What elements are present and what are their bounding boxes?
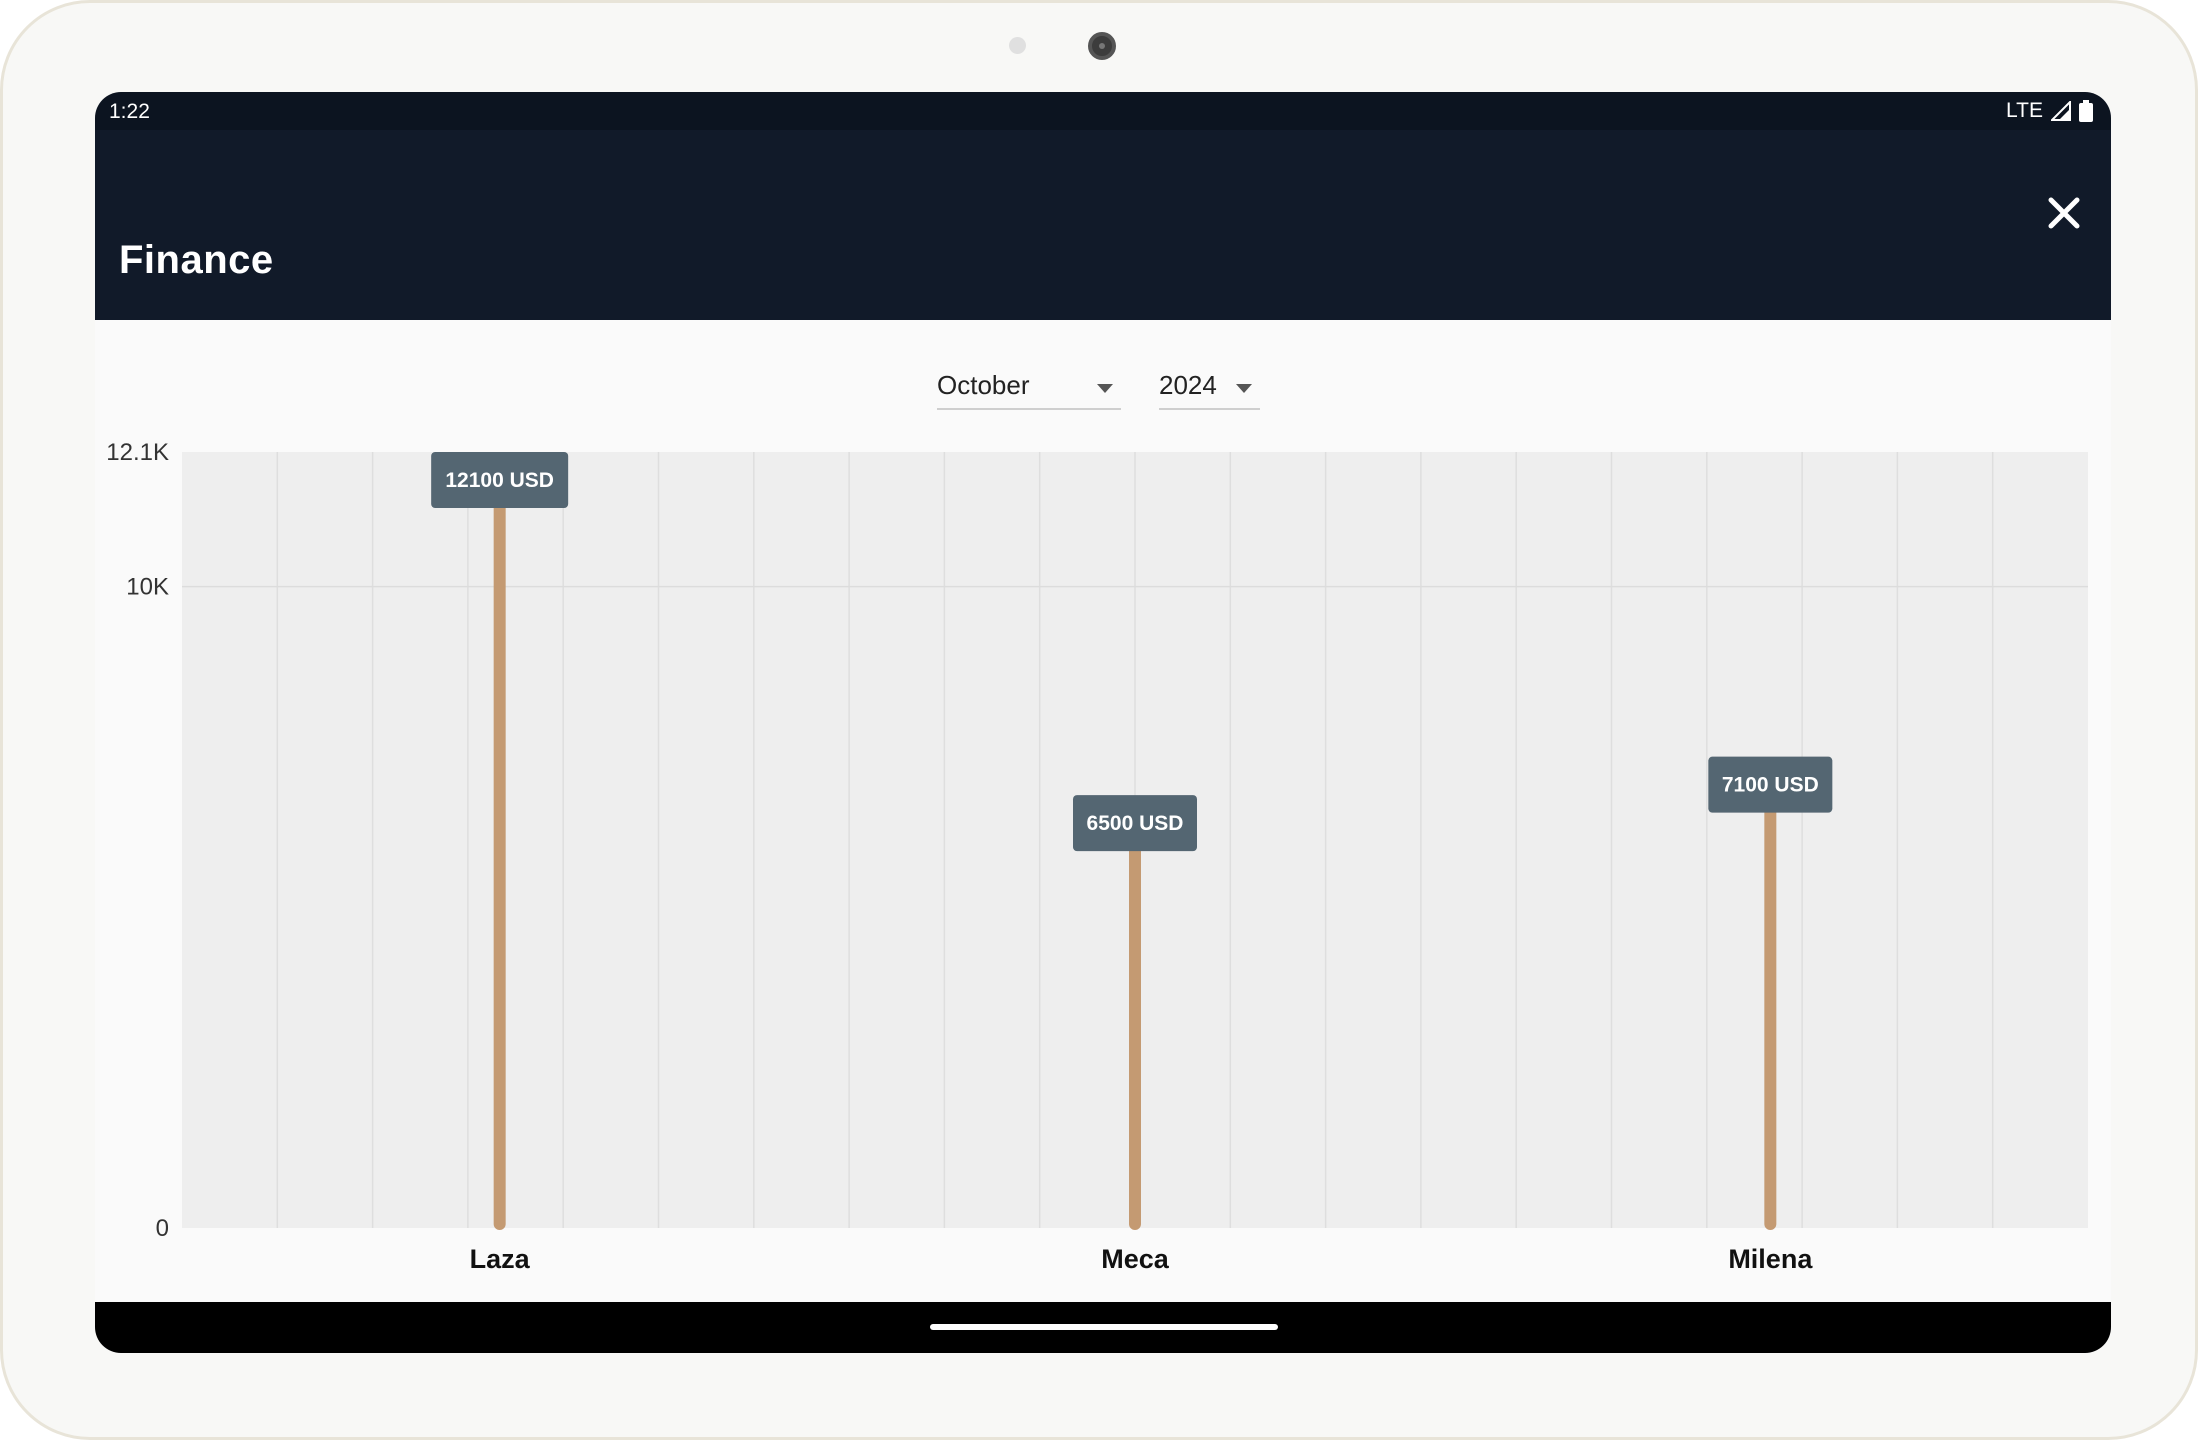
earnings-bar-chart: 0 10K 12.1K 12100 USD 6500 USD 7100 USD Laza… — [106, 439, 2088, 1274]
y-tick-label: 0 — [156, 1215, 169, 1242]
home-indicator[interactable] — [930, 1324, 1278, 1330]
y-tick-label: 12.1K — [106, 439, 169, 466]
x-axis: Laza Meca Milena — [470, 1244, 1814, 1274]
sensor-dot — [1009, 37, 1026, 54]
value-label: 6500 USD — [1087, 812, 1184, 835]
y-tick-label: 10K — [126, 574, 169, 601]
x-tick-label: Meca — [1101, 1244, 1170, 1274]
y-axis: 0 10K 12.1K — [106, 439, 169, 1242]
value-label: 12100 USD — [445, 469, 554, 492]
tablet-frame: 1:22 LTE Finance October 2024 0 10K 12.1… — [0, 0, 2198, 1440]
x-tick-label: Milena — [1728, 1244, 1813, 1274]
screen: 1:22 LTE Finance October 2024 0 10K 12.1… — [95, 92, 2111, 1353]
camera-icon — [1088, 32, 1116, 60]
x-tick-label: Laza — [470, 1244, 531, 1274]
navigation-bar — [95, 1302, 2111, 1353]
value-label: 7100 USD — [1722, 774, 1819, 797]
